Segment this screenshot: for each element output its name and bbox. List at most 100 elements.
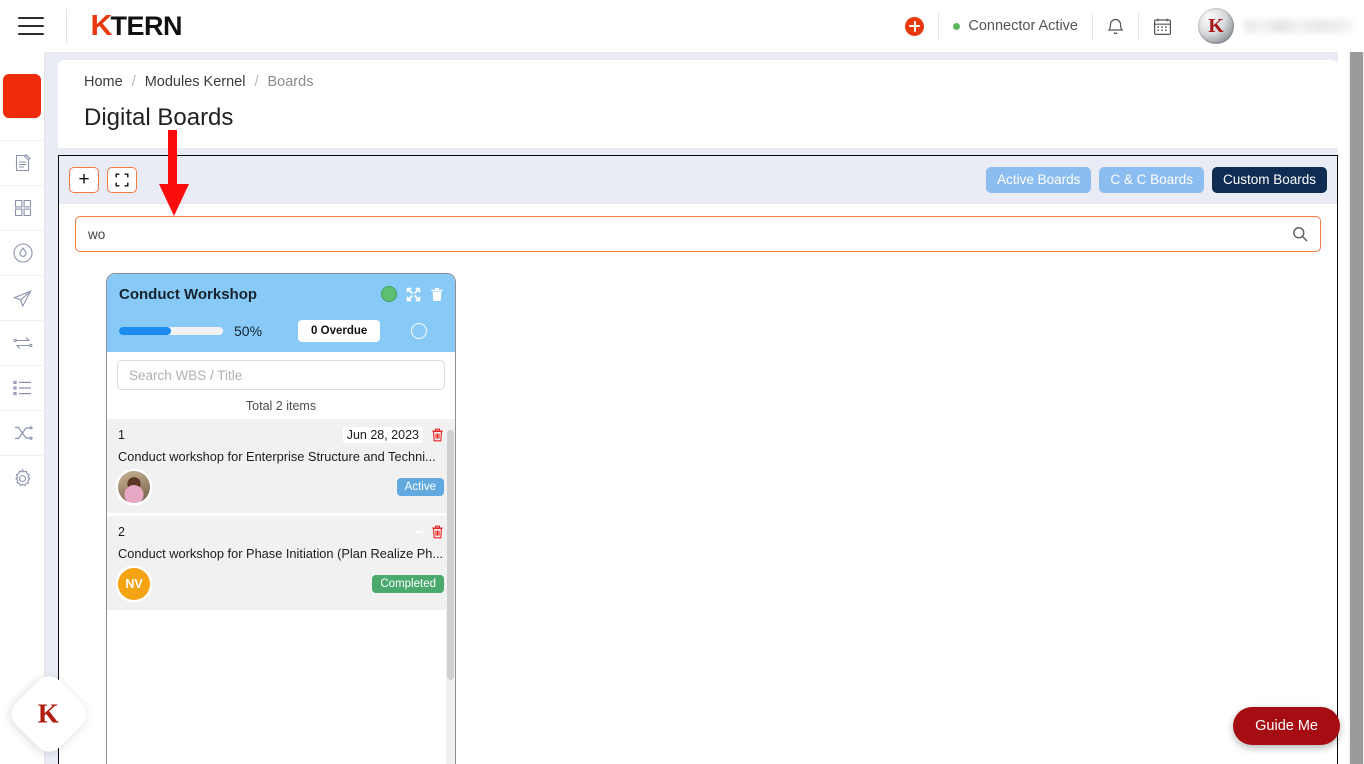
list-item-bottom-row: Active <box>118 470 444 504</box>
list-item-bottom-row: NV Completed <box>118 567 444 601</box>
sidebar-item-shuffle[interactable] <box>0 410 45 455</box>
notifications-button[interactable] <box>1093 0 1138 52</box>
shuffle-icon <box>15 426 33 440</box>
list-item[interactable]: 1 Jun 28, 2023 Conduct workshop for Ente… <box>107 419 455 513</box>
search-input[interactable] <box>88 226 1292 242</box>
grid-apps-icon <box>14 199 31 217</box>
add-board-button[interactable] <box>69 167 99 193</box>
expand-arrows-icon[interactable] <box>406 287 421 302</box>
logo-text: TERN <box>110 10 182 41</box>
trash-icon <box>432 525 443 539</box>
progress-bar-fill <box>119 327 171 335</box>
page-scrollbar-thumb[interactable] <box>1350 52 1363 764</box>
list-item-date <box>415 531 423 533</box>
connector-status-label: Connector Active <box>968 18 1078 34</box>
overdue-badge: 0 Overdue <box>298 320 381 342</box>
board-card-header: Conduct Workshop 50% 0 Overdue <box>107 274 455 352</box>
list-item-top-row: 2 <box>118 523 444 541</box>
paper-plane-icon <box>12 289 32 307</box>
progress-percent-label: 50% <box>234 323 263 339</box>
progress-bar-track <box>119 327 223 335</box>
sidebar-item-transform[interactable] <box>0 320 45 365</box>
list-item-title: Conduct workshop for Phase Initiation (P… <box>118 546 444 561</box>
logo-k-icon: K <box>90 9 112 42</box>
status-dot-icon <box>953 22 961 30</box>
board-search-box[interactable] <box>75 216 1321 252</box>
delete-board-icon[interactable] <box>430 287 445 302</box>
breadcrumb-home[interactable]: Home <box>84 74 123 90</box>
trash-icon <box>431 287 443 301</box>
user-profile[interactable]: K <box>1186 8 1352 44</box>
sidebar-item-send[interactable] <box>0 275 45 320</box>
list-item-number: 2 <box>118 525 125 539</box>
bell-icon[interactable] <box>1107 17 1124 36</box>
plus-circle-icon[interactable] <box>905 16 925 36</box>
sidebar-item-fire[interactable] <box>0 230 45 275</box>
guide-me-button[interactable]: Guide Me <box>1233 707 1340 745</box>
sidebar-item-apps[interactable] <box>0 185 45 230</box>
page-scrollbar[interactable] <box>1349 52 1364 764</box>
document-edit-icon <box>15 154 31 172</box>
list-item-title: Conduct workshop for Enterprise Structur… <box>118 449 436 464</box>
status-badge: Active <box>396 478 444 496</box>
assignee-avatar[interactable] <box>118 471 150 503</box>
breadcrumb-separator: / <box>131 74 136 90</box>
tab-cc-boards[interactable]: C & C Boards <box>1099 167 1204 193</box>
tab-active-boards[interactable]: Active Boards <box>986 167 1092 193</box>
total-items-label: Total 2 items <box>245 399 317 413</box>
sidebar-item-active[interactable] <box>3 74 41 118</box>
delete-item-icon[interactable] <box>431 428 444 442</box>
assignee-avatar[interactable]: NV <box>118 568 150 600</box>
search-icon[interactable] <box>1292 226 1308 242</box>
breadcrumb-modules-kernel[interactable]: Modules Kernel <box>145 74 246 90</box>
breadcrumb-separator: / <box>254 74 259 90</box>
topbar-right-group: Connector Active K <box>891 0 1364 52</box>
wbs-search-wrapper <box>107 352 455 390</box>
board-search-row <box>75 216 1321 252</box>
list-item-number: 1 <box>118 428 125 442</box>
green-status-dot-icon <box>381 286 397 302</box>
status-badge: Completed <box>372 575 444 593</box>
fullscreen-button[interactable] <box>107 167 137 193</box>
swap-arrows-icon <box>13 337 32 349</box>
list-item-date: Jun 28, 2023 <box>342 427 423 443</box>
boards-content-panel: Active Boards C & C Boards Custom Boards… <box>58 155 1338 764</box>
board-card[interactable]: Conduct Workshop 50% 0 Overdue Search WB… <box>106 273 456 764</box>
calendar-button[interactable] <box>1139 0 1186 52</box>
page-title: Digital Boards <box>84 104 234 131</box>
wbs-search-input[interactable] <box>117 360 445 390</box>
application-window: K TERN Connector Active K Home / Modules… <box>0 0 1364 764</box>
sidebar-item-settings[interactable] <box>0 455 45 500</box>
breadcrumb: Home / Modules Kernel / Boards <box>84 74 1338 90</box>
divider <box>66 9 67 43</box>
username-blurred <box>1244 19 1352 33</box>
gear-icon <box>15 468 31 486</box>
breadcrumb-current: Boards <box>267 74 314 90</box>
delete-item-icon[interactable] <box>431 525 444 539</box>
sidebar-item-list[interactable] <box>0 365 45 410</box>
board-card-header-icons <box>381 286 445 302</box>
fullscreen-icon <box>115 173 129 187</box>
app-logo[interactable]: K TERN <box>90 9 182 43</box>
connector-status[interactable]: Connector Active <box>939 0 1092 52</box>
calendar-icon[interactable] <box>1153 17 1172 36</box>
ktern-k-icon: K <box>38 698 60 729</box>
breadcrumb-header-card: Home / Modules Kernel / Boards Digital B… <box>58 60 1338 148</box>
sidebar-item-documents[interactable] <box>0 140 45 185</box>
card-scrollbar-thumb[interactable] <box>447 430 454 680</box>
list-item-top-row: 1 Jun 28, 2023 <box>118 426 444 444</box>
list-icon <box>13 380 31 396</box>
hamburger-menu-icon[interactable] <box>18 17 44 35</box>
board-card-body: Total 2 items 1 Jun 28, 2023 <box>107 352 455 764</box>
flame-circle-icon <box>12 243 33 263</box>
list-item[interactable]: 2 Conduct workshop for Phase Initiation … <box>107 516 455 610</box>
select-circle-icon[interactable] <box>411 323 427 339</box>
left-sidebar <box>0 52 45 764</box>
tab-custom-boards[interactable]: Custom Boards <box>1211 167 1327 193</box>
board-type-tabs: Active Boards C & C Boards Custom Boards <box>986 167 1331 193</box>
top-navigation-bar: K TERN Connector Active K <box>0 0 1364 52</box>
card-scrollbar[interactable] <box>446 430 455 764</box>
avatar[interactable]: K <box>1198 8 1234 44</box>
add-new-button[interactable] <box>891 0 938 52</box>
boards-toolbar: Active Boards C & C Boards Custom Boards <box>59 156 1337 204</box>
